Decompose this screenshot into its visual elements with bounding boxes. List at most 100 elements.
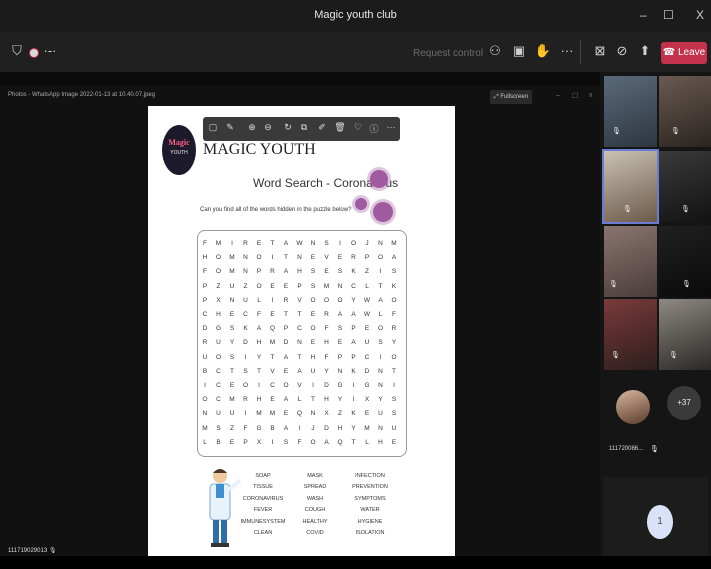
maximize-button[interactable]: ☐ — [663, 8, 674, 22]
grid-letter: I — [352, 396, 355, 404]
grid-letter: E — [364, 325, 370, 333]
share-maximize-icon[interactable]: ☐ — [572, 92, 578, 100]
word-list-item: TISSUE — [253, 484, 273, 491]
grid-letter: N — [378, 367, 383, 375]
grid-letter: W — [363, 296, 371, 304]
rotate-icon[interactable]: ↻ — [281, 122, 295, 133]
grid-letter: I — [271, 254, 274, 262]
grid-letter: U — [391, 424, 397, 432]
close-button[interactable]: X — [696, 8, 704, 22]
more-participants-button[interactable]: +37 — [667, 386, 701, 420]
grid-letter: P — [243, 438, 248, 446]
grid-letter: M — [256, 410, 262, 418]
grid-letter: V — [297, 296, 302, 304]
grid-letter: U — [229, 282, 235, 290]
leave-button[interactable]: ☎ Leave — [661, 42, 707, 64]
camera-off-icon[interactable]: ⊠ — [591, 42, 609, 60]
grid-letter: C — [297, 325, 302, 333]
word-list-item: CLEAN — [253, 530, 273, 536]
grid-letter: M — [269, 410, 276, 418]
participant-video-tile[interactable] — [659, 299, 711, 370]
info-icon[interactable]: ⓘ — [367, 122, 381, 135]
fullscreen-button[interactable]: ⤢ Fullscreen — [490, 90, 532, 104]
crop-icon[interactable]: ⧉ — [297, 122, 311, 133]
request-control-button[interactable]: Request control — [413, 48, 483, 59]
grid-letter: S — [229, 325, 235, 333]
grid-letter: I — [244, 410, 247, 418]
grid-letter: K — [391, 282, 397, 290]
grid-letter: S — [337, 325, 343, 333]
draw-icon[interactable]: ✐ — [315, 122, 329, 133]
grid-letter: N — [378, 424, 383, 432]
grid-letter: P — [297, 282, 302, 290]
more-icon[interactable]: ··· — [384, 122, 398, 132]
grid-letter: G — [364, 382, 370, 389]
grid-letter: G — [256, 424, 262, 432]
gallery-icon[interactable]: ▢ — [206, 122, 220, 133]
grid-letter: O — [215, 268, 222, 276]
delete-icon[interactable]: 🗑 — [333, 122, 347, 133]
grid-letter: P — [351, 353, 356, 361]
mic-off-icon: 🎙 — [609, 281, 618, 288]
word-list-item: HEALTHY — [302, 518, 328, 525]
grid-letter: A — [283, 424, 289, 432]
grid-letter: L — [378, 311, 383, 318]
fullscreen-label: Fullscreen — [500, 94, 529, 100]
grid-letter: N — [337, 367, 343, 375]
grid-letter: I — [231, 240, 233, 247]
virus-icon — [355, 198, 367, 210]
grid-letter: O — [310, 296, 316, 304]
grid-letter: A — [283, 240, 289, 247]
share-icon[interactable]: ⬆ — [636, 42, 654, 60]
word-list-item: SOAP — [255, 473, 271, 479]
participant-video-tile[interactable] — [604, 299, 657, 370]
grid-letter: H — [256, 339, 262, 347]
more-dots-icon[interactable]: ·-· — [41, 42, 59, 60]
people-icon[interactable]: ⚇ — [486, 42, 504, 60]
participant-video-tile[interactable] — [604, 76, 657, 147]
grid-letter: M — [229, 254, 235, 262]
bottom-bar — [0, 556, 711, 569]
grid-letter: F — [243, 424, 248, 432]
grid-letter: N — [337, 282, 343, 290]
grid-letter: O — [256, 254, 262, 262]
participant-video-tile[interactable] — [659, 76, 711, 147]
word-list-item: COVID — [306, 530, 324, 536]
word-list-item: SYMPTOMS — [354, 495, 386, 502]
record-icon[interactable] — [29, 48, 39, 58]
ellipsis-icon[interactable]: ··· — [558, 42, 576, 60]
grid-letter: N — [297, 339, 302, 347]
mic-off-icon: 🎙 — [671, 128, 680, 135]
word-list-item: SPREAD — [303, 484, 327, 491]
presenter-name-label: 111719029013 — [8, 548, 48, 554]
logo-subtext: YOUTH — [170, 150, 188, 156]
avatar[interactable] — [616, 390, 650, 424]
edit-icon[interactable]: ✎ — [223, 122, 237, 133]
grid-letter: W — [363, 311, 371, 318]
grid-letter: M — [323, 282, 330, 290]
mic-off-icon[interactable]: ⊘ — [613, 42, 631, 60]
share-minimize-icon[interactable]: – — [556, 92, 560, 99]
zoom-out-icon[interactable]: ⊖ — [261, 122, 275, 133]
share-close-icon[interactable]: x — [589, 92, 593, 99]
favorite-icon[interactable]: ♡ — [351, 122, 365, 133]
grid-letter: E — [310, 339, 316, 347]
participant-name: 111720086... — [609, 446, 644, 452]
chat-icon[interactable]: ▣ — [510, 42, 528, 60]
grid-letter: O — [215, 353, 222, 361]
grid-letter: U — [229, 410, 235, 418]
grid-letter: C — [243, 311, 248, 318]
grid-letter: C — [202, 311, 208, 318]
minimize-button[interactable]: – — [640, 8, 647, 22]
grid-letter: K — [351, 367, 356, 375]
shield-icon[interactable]: ⛉ — [8, 42, 26, 60]
grid-letter: O — [391, 296, 397, 304]
reactions-icon[interactable]: ✋ — [534, 42, 552, 60]
zoom-in-icon[interactable]: ⊕ — [245, 122, 259, 133]
grid-letter: O — [310, 438, 316, 446]
grid-letter: A — [391, 254, 397, 262]
page-indicator[interactable]: 1 — [647, 505, 673, 539]
grid-letter: F — [324, 353, 329, 361]
grid-letter: Z — [338, 410, 342, 418]
grid-letter: I — [271, 438, 274, 446]
